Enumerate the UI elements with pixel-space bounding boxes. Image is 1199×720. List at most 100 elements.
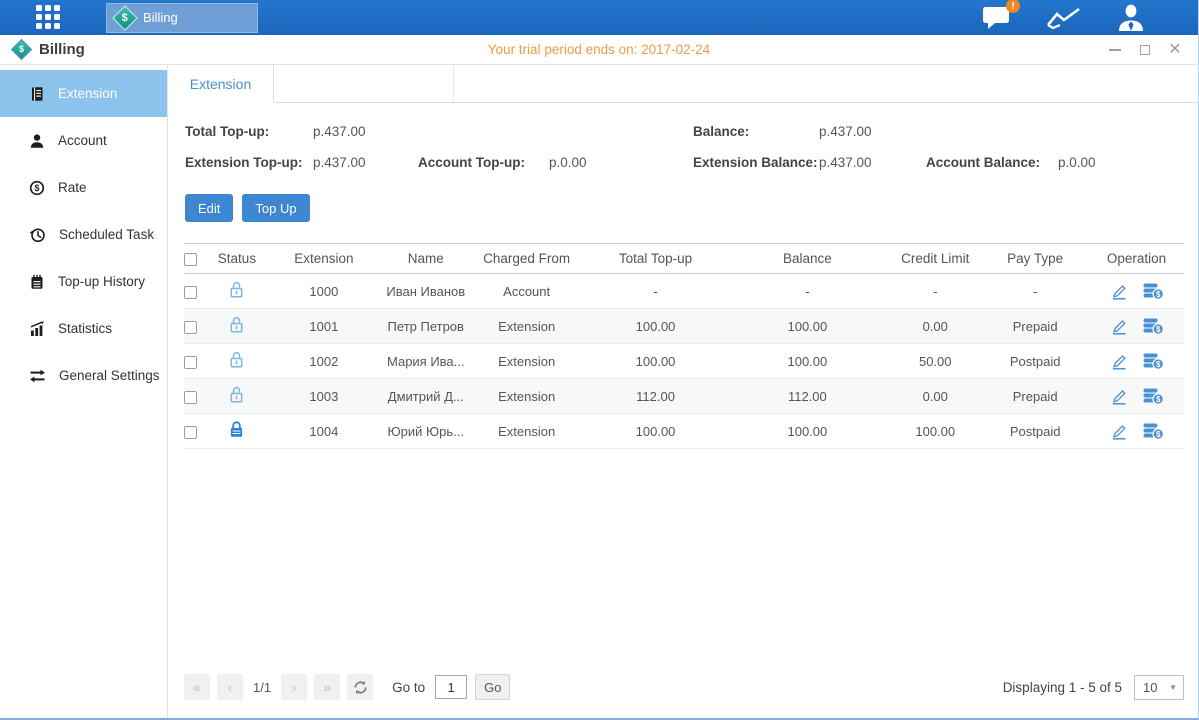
top-up-button[interactable]: Top Up (242, 194, 309, 222)
row-checkbox[interactable] (184, 286, 197, 299)
cell-operation: $ (1089, 422, 1184, 440)
row-checkbox[interactable] (184, 391, 197, 404)
main-content: Extension Total Top-up: p.437.00 Balance… (168, 65, 1198, 718)
sidebar-item-label: Extension (58, 86, 117, 101)
svg-text:$: $ (1156, 430, 1161, 439)
page-indicator: 1/1 (253, 680, 271, 695)
edit-pencil-icon[interactable] (1109, 423, 1129, 440)
edit-pencil-icon[interactable] (1109, 353, 1129, 370)
sidebar-item-scheduled-task[interactable]: Scheduled Task (0, 211, 167, 258)
tab-strip-spacer (274, 65, 454, 102)
title-bar: $ Billing Your trial period ends on: 201… (0, 35, 1198, 65)
pagination-bar: « ‹ 1/1 › » Go to Go Displaying (168, 666, 1198, 718)
sidebar-item-rate[interactable]: $ Rate (0, 164, 167, 211)
unlock-icon (228, 280, 245, 299)
account-topup-value: p.0.00 (549, 155, 693, 170)
next-page-button[interactable]: › (281, 674, 307, 700)
displaying-text: Displaying 1 - 5 of 5 (1003, 680, 1122, 695)
row-checkbox[interactable] (184, 321, 197, 334)
go-button[interactable]: Go (475, 674, 510, 700)
table-row: 1003Дмитрий Д...Extension112.00112.000.0… (184, 379, 1184, 414)
svg-text:$: $ (1156, 360, 1161, 369)
status-unlocked[interactable] (210, 280, 264, 302)
chevron-down-icon: ▼ (1169, 683, 1177, 692)
cell-charged-from: Extension (468, 424, 586, 439)
sliders-icon (29, 368, 46, 384)
col-extension: Extension (264, 251, 384, 266)
topup-coins-icon[interactable]: $ (1143, 387, 1164, 405)
col-charged-from: Charged From (468, 251, 586, 266)
lock-icon (228, 420, 245, 439)
minimize-button[interactable] (1108, 43, 1122, 57)
edit-pencil-icon[interactable] (1109, 318, 1129, 335)
maximize-button[interactable] (1138, 43, 1152, 57)
table-row: 1002Мария Ива...Extension100.00100.0050.… (184, 344, 1184, 379)
chart-icon[interactable] (1046, 5, 1082, 31)
goto-page-input[interactable] (435, 675, 467, 699)
user-icon[interactable] (1116, 4, 1146, 31)
cell-credit-limit: 0.00 (889, 319, 981, 334)
app-launcher-icon[interactable] (36, 5, 62, 31)
tab-extension[interactable]: Extension (168, 65, 274, 103)
clock-history-icon (29, 227, 46, 243)
col-operation: Operation (1089, 251, 1184, 266)
status-locked[interactable] (210, 420, 264, 442)
sidebar-item-account[interactable]: Account (0, 117, 167, 164)
table-row: 1001Петр ПетровExtension100.00100.000.00… (184, 309, 1184, 344)
sidebar-item-label: Scheduled Task (59, 227, 154, 242)
cell-charged-from: Extension (468, 389, 586, 404)
topup-coins-icon[interactable]: $ (1143, 422, 1164, 440)
topup-coins-icon[interactable]: $ (1143, 352, 1164, 370)
cell-extension: 1003 (264, 389, 384, 404)
table-row: 1004Юрий Юрь...Extension100.00100.00100.… (184, 414, 1184, 449)
last-page-button[interactable]: » (314, 674, 340, 700)
billing-diamond-icon: $ (112, 5, 137, 30)
refresh-icon (353, 680, 368, 695)
sidebar-item-general-settings[interactable]: General Settings (0, 352, 167, 399)
edit-button[interactable]: Edit (185, 194, 233, 222)
app-body: Extension Account $ Rate (0, 65, 1198, 718)
col-status: Status (210, 251, 264, 266)
col-pay-type: Pay Type (981, 251, 1089, 266)
col-name: Name (384, 251, 468, 266)
sidebar-item-extension[interactable]: Extension (0, 70, 167, 117)
balance-value: p.437.00 (819, 124, 872, 139)
cell-extension: 1001 (264, 319, 384, 334)
cell-operation: $ (1089, 387, 1184, 405)
extension-topup-value: p.437.00 (313, 155, 418, 170)
bar-chart-icon (29, 321, 45, 337)
topup-coins-icon[interactable]: $ (1143, 317, 1164, 335)
prev-page-button[interactable]: ‹ (217, 674, 243, 700)
row-checkbox[interactable] (184, 356, 197, 369)
col-credit-limit: Credit Limit (889, 251, 981, 266)
cell-extension: 1004 (264, 424, 384, 439)
cell-name: Дмитрий Д... (384, 389, 468, 404)
summary-panel: Total Top-up: p.437.00 Balance: p.437.00… (168, 103, 1198, 178)
messages-icon[interactable]: ! (982, 5, 1012, 30)
status-unlocked[interactable] (210, 315, 264, 337)
cell-credit-limit: 100.00 (889, 424, 981, 439)
person-icon (29, 133, 45, 149)
row-checkbox[interactable] (184, 426, 197, 439)
extensions-table: Status Extension Name Charged From Total… (184, 243, 1184, 449)
status-unlocked[interactable] (210, 350, 264, 372)
app-tab-billing[interactable]: $ Billing (106, 3, 258, 33)
close-button[interactable]: ✕ (1168, 43, 1182, 57)
tab-strip: Extension (168, 65, 1198, 103)
topup-coins-icon[interactable]: $ (1143, 282, 1164, 300)
sidebar-item-statistics[interactable]: Statistics (0, 305, 167, 352)
refresh-button[interactable] (347, 674, 373, 700)
select-all-checkbox[interactable] (184, 253, 197, 266)
cell-total-topup: 100.00 (586, 354, 726, 369)
sidebar-item-topup-history[interactable]: Top-up History (0, 258, 167, 305)
edit-pencil-icon[interactable] (1109, 283, 1129, 300)
table-row: 1000Иван ИвановAccount----$ (184, 274, 1184, 309)
cell-extension: 1000 (264, 284, 384, 299)
sidebar-item-label: Account (58, 133, 107, 148)
extension-topup-label: Extension Top-up: (185, 155, 313, 170)
status-unlocked[interactable] (210, 385, 264, 407)
cell-name: Иван Иванов (384, 284, 468, 299)
edit-pencil-icon[interactable] (1109, 388, 1129, 405)
first-page-button[interactable]: « (184, 674, 210, 700)
page-size-select[interactable]: 10 ▼ (1134, 675, 1184, 700)
